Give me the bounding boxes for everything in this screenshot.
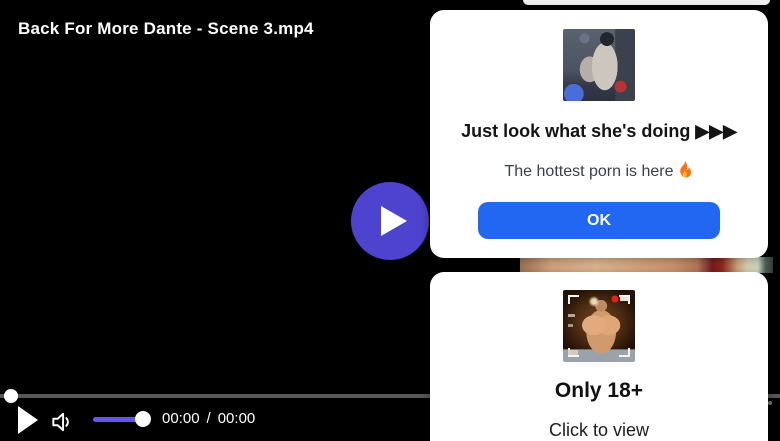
popup-ad-offer: Just look what she's doing ▶▶▶ The hotte… <box>430 10 768 258</box>
volume-icon <box>52 412 69 432</box>
popup-heading: Just look what she's doing ▶▶▶ <box>461 121 737 141</box>
time-display: 00:00 / 00:00 <box>162 410 255 427</box>
popup-subtitle: Click to view <box>548 420 650 440</box>
popup-subtitle: The hottest porn is here <box>430 161 768 181</box>
rec-dot-icon <box>611 295 619 303</box>
ok-button[interactable]: OK <box>478 202 720 239</box>
player-controls: 00:00 / 00:00 <box>0 402 430 441</box>
play-icon <box>18 406 38 434</box>
video-player-page: Back For More Dante - Scene 3.mp4 00:00 /… <box>0 0 780 441</box>
video-title: Back For More Dante - Scene 3.mp4 <box>18 19 314 38</box>
background-dot <box>768 401 772 405</box>
current-time: 00:00 <box>162 410 200 427</box>
popup-ad-age: Only 18+ Click to view <box>430 272 768 441</box>
duration: 00:00 <box>217 410 256 427</box>
volume-button[interactable] <box>49 409 75 435</box>
ad-thumbnail-2[interactable] <box>563 290 635 362</box>
ad-thumbnail[interactable] <box>563 29 635 101</box>
volume-thumb[interactable] <box>135 411 151 427</box>
volume-slider[interactable] <box>93 411 151 427</box>
big-play-button[interactable] <box>351 182 429 260</box>
popup-heading: Only 18+ <box>554 379 644 402</box>
play-button[interactable] <box>16 406 40 436</box>
background-image-strip <box>520 257 773 273</box>
camcorder-overlay-icon <box>568 295 630 357</box>
background-card-edge <box>523 0 770 5</box>
play-icon <box>380 206 407 236</box>
seek-thumb[interactable] <box>4 389 18 403</box>
time-separator: / <box>206 410 211 427</box>
popup-subtitle-text: The hottest porn is here <box>504 163 674 180</box>
fire-icon <box>680 161 692 178</box>
